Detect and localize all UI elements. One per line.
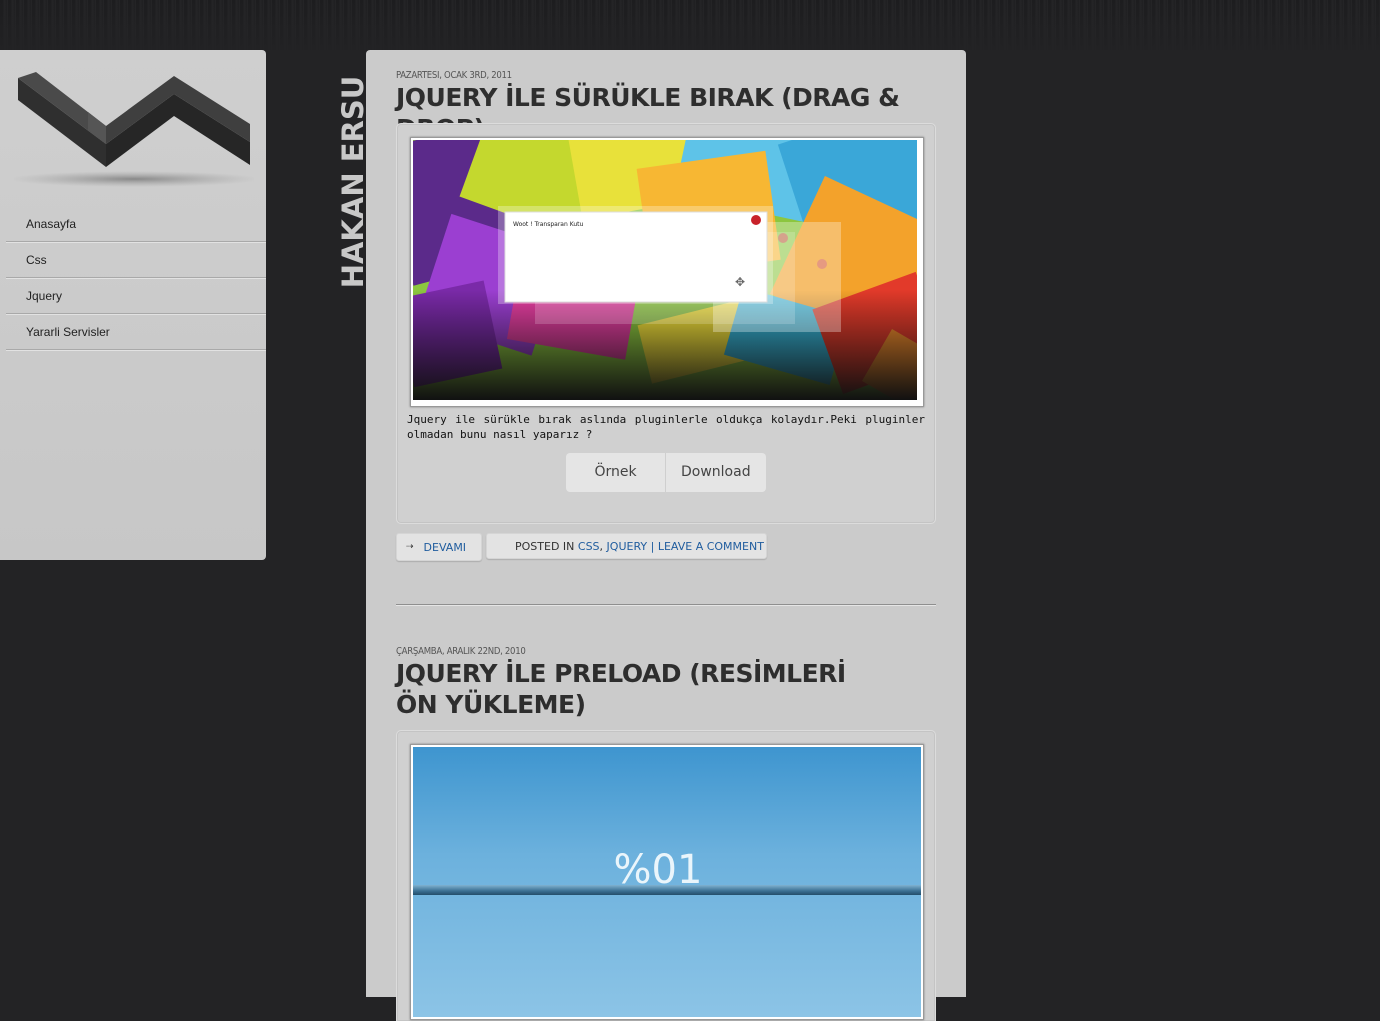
post-date: Çarşamba, Aralık 22nd, 2010: [396, 646, 526, 657]
header-band: [0, 0, 1380, 50]
arrow-right-icon: ⇢: [406, 542, 414, 552]
preload-percent: %01: [613, 847, 703, 893]
meta-separator: |: [650, 539, 655, 553]
nav-item-anasayfa[interactable]: Anasayfa: [6, 206, 266, 242]
site-title-text: HAKAN ERSU: [336, 75, 370, 289]
category-link-jquery[interactable]: Jquery: [607, 540, 648, 553]
site-logo[interactable]: [14, 64, 254, 194]
post-title[interactable]: JQUERY İLE PRELOAD (RESİMLERİ ÖN YÜKLEME…: [396, 658, 856, 720]
post-body: ✥ Woot ! Transparan Kutu Jquery ile sürü…: [396, 123, 936, 524]
post-meta: ⇢ Devami Posted in Css , Jquery | Leave …: [396, 533, 767, 561]
dialog-close-icon: [751, 215, 761, 225]
nav-item-css[interactable]: Css: [6, 242, 266, 278]
read-more-link[interactable]: Devami: [424, 541, 467, 554]
nav-item-jquery[interactable]: Jquery: [6, 278, 266, 314]
post-body: %01: [396, 730, 936, 1021]
dialog-title: Woot ! Transparan Kutu: [513, 221, 584, 228]
nav-item-yararli-servisler[interactable]: Yararli Servisler: [6, 314, 266, 350]
drag-drop-screenshot: ✥ Woot ! Transparan Kutu: [413, 140, 921, 404]
post-article: Çarşamba, Aralık 22nd, 2010 JQUERY İLE P…: [396, 646, 936, 720]
posted-in-label: Posted in: [515, 539, 575, 553]
post-divider: [396, 604, 936, 605]
category-comma: ,: [599, 539, 604, 553]
post-categories: Posted in Css , Jquery | Leave a comment: [486, 533, 767, 559]
leave-comment-link[interactable]: Leave a comment: [658, 540, 764, 553]
site-title[interactable]: HAKAN ERSU: [336, 75, 370, 289]
preload-screenshot: %01: [413, 747, 921, 1017]
post-excerpt: Jquery ile sürükle bırak aslında pluginl…: [407, 413, 925, 441]
category-link-css[interactable]: Css: [578, 540, 600, 553]
post-image[interactable]: ✥ Woot ! Transparan Kutu: [410, 137, 924, 407]
colorful-squares-image: ✥: [413, 140, 921, 404]
post-button-group: Örnek Download: [566, 453, 766, 492]
sidebar: Anasayfa Css Jquery Yararli Servisler: [0, 50, 266, 560]
post-image[interactable]: %01: [410, 744, 924, 1020]
read-more[interactable]: ⇢ Devami: [396, 533, 482, 561]
demo-button[interactable]: Örnek: [566, 453, 666, 492]
post-date: Pazartesi, Ocak 3rd, 2011: [396, 70, 512, 81]
svg-text:✥: ✥: [735, 275, 745, 289]
main-content: Pazartesi, Ocak 3rd, 2011 JQUERY İLE SÜR…: [366, 50, 966, 1021]
main-nav: Anasayfa Css Jquery Yararli Servisler: [6, 206, 266, 350]
download-button[interactable]: Download: [666, 453, 766, 492]
